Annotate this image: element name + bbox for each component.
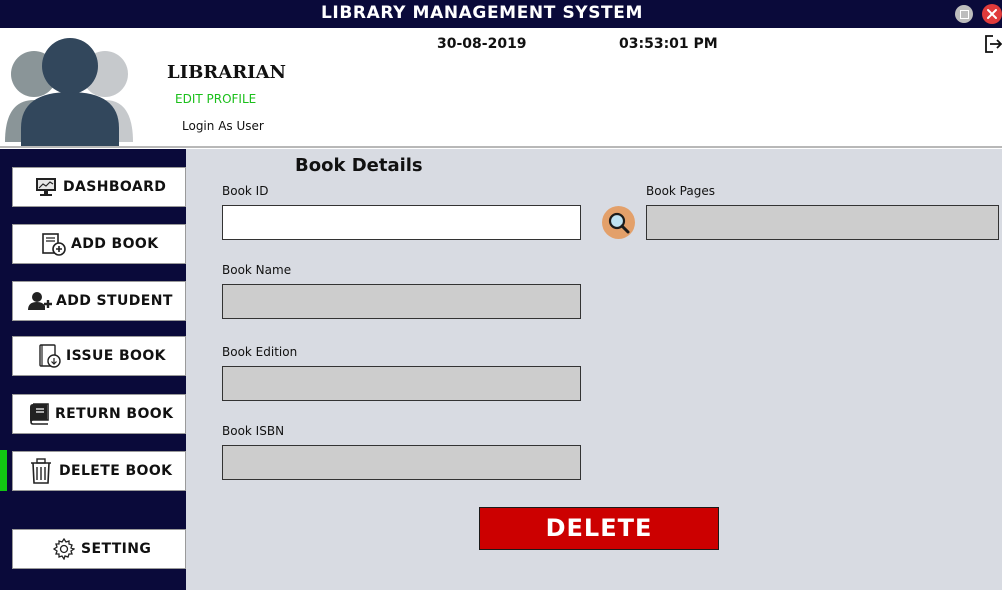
book-pages-field[interactable] — [646, 205, 999, 240]
sidebar-item-label: ADD BOOK — [71, 236, 159, 252]
dashboard-monitor-icon — [36, 178, 56, 196]
sidebar-item-label: ADD STUDENT — [56, 293, 173, 309]
book-edition-field[interactable] — [222, 366, 581, 401]
user-group-icon — [5, 38, 133, 146]
close-icon — [987, 9, 997, 19]
sidebar-item-return-book[interactable]: RETURN BOOK — [12, 394, 186, 434]
title-bar: LIBRARY MANAGEMENT SYSTEM — [0, 0, 1002, 28]
issue-book-icon — [39, 344, 61, 368]
book-edition-label: Book Edition — [222, 345, 298, 359]
sidebar-item-delete-book[interactable]: DELETE BOOK — [12, 451, 186, 491]
sidebar-item-label: DASHBOARD — [63, 179, 167, 195]
trash-icon — [31, 458, 51, 484]
add-book-icon — [42, 233, 66, 256]
edit-profile-link[interactable]: EDIT PROFILE — [175, 92, 256, 106]
book-details-panel: Book Details Book ID Book Pages Book Nam… — [186, 149, 1002, 590]
close-button[interactable] — [982, 4, 1002, 24]
book-pages-label: Book Pages — [646, 184, 715, 198]
app-title: LIBRARY MANAGEMENT SYSTEM — [321, 3, 643, 23]
sidebar-item-label: SETTING — [81, 541, 152, 557]
delete-button[interactable]: DELETE — [479, 507, 719, 550]
book-id-label: Book ID — [222, 184, 269, 198]
search-button[interactable] — [602, 206, 635, 239]
role-label: LIBRARIAN — [167, 62, 287, 83]
gear-icon — [53, 538, 75, 560]
sidebar-item-label: ISSUE BOOK — [66, 348, 166, 364]
sidebar-item-setting[interactable]: SETTING — [12, 529, 186, 569]
sidebar-item-label: DELETE BOOK — [59, 463, 173, 479]
sidebar-item-dashboard[interactable]: DASHBOARD — [12, 167, 186, 207]
book-icon — [30, 403, 49, 425]
sidebar-item-issue-book[interactable]: ISSUE BOOK — [12, 336, 186, 376]
book-name-field[interactable] — [222, 284, 581, 319]
search-icon — [608, 212, 630, 234]
logout-icon[interactable] — [984, 34, 1002, 54]
sidebar-item-add-book[interactable]: ADD BOOK — [12, 224, 186, 264]
book-isbn-field[interactable] — [222, 445, 581, 480]
sidebar: DASHBOARD ADD BOOK ADD STUDENT ISSUE BOO… — [0, 149, 186, 590]
maximize-button[interactable] — [955, 5, 973, 23]
login-as-user-link[interactable]: Login As User — [182, 119, 264, 133]
section-title: Book Details — [295, 155, 423, 176]
book-name-label: Book Name — [222, 263, 292, 277]
sidebar-item-label: RETURN BOOK — [55, 406, 174, 422]
profile-header: LIBRARIAN EDIT PROFILE Login As User 30-… — [0, 28, 1002, 148]
sidebar-item-add-student[interactable]: ADD STUDENT — [12, 281, 186, 321]
time-display: 03:53:01 PM — [619, 36, 718, 52]
book-id-input[interactable] — [222, 205, 581, 240]
book-isbn-label: Book ISBN — [222, 424, 285, 438]
add-user-icon — [28, 292, 52, 310]
date-display: 30-08-2019 — [437, 36, 527, 52]
active-item-indicator — [0, 450, 7, 491]
